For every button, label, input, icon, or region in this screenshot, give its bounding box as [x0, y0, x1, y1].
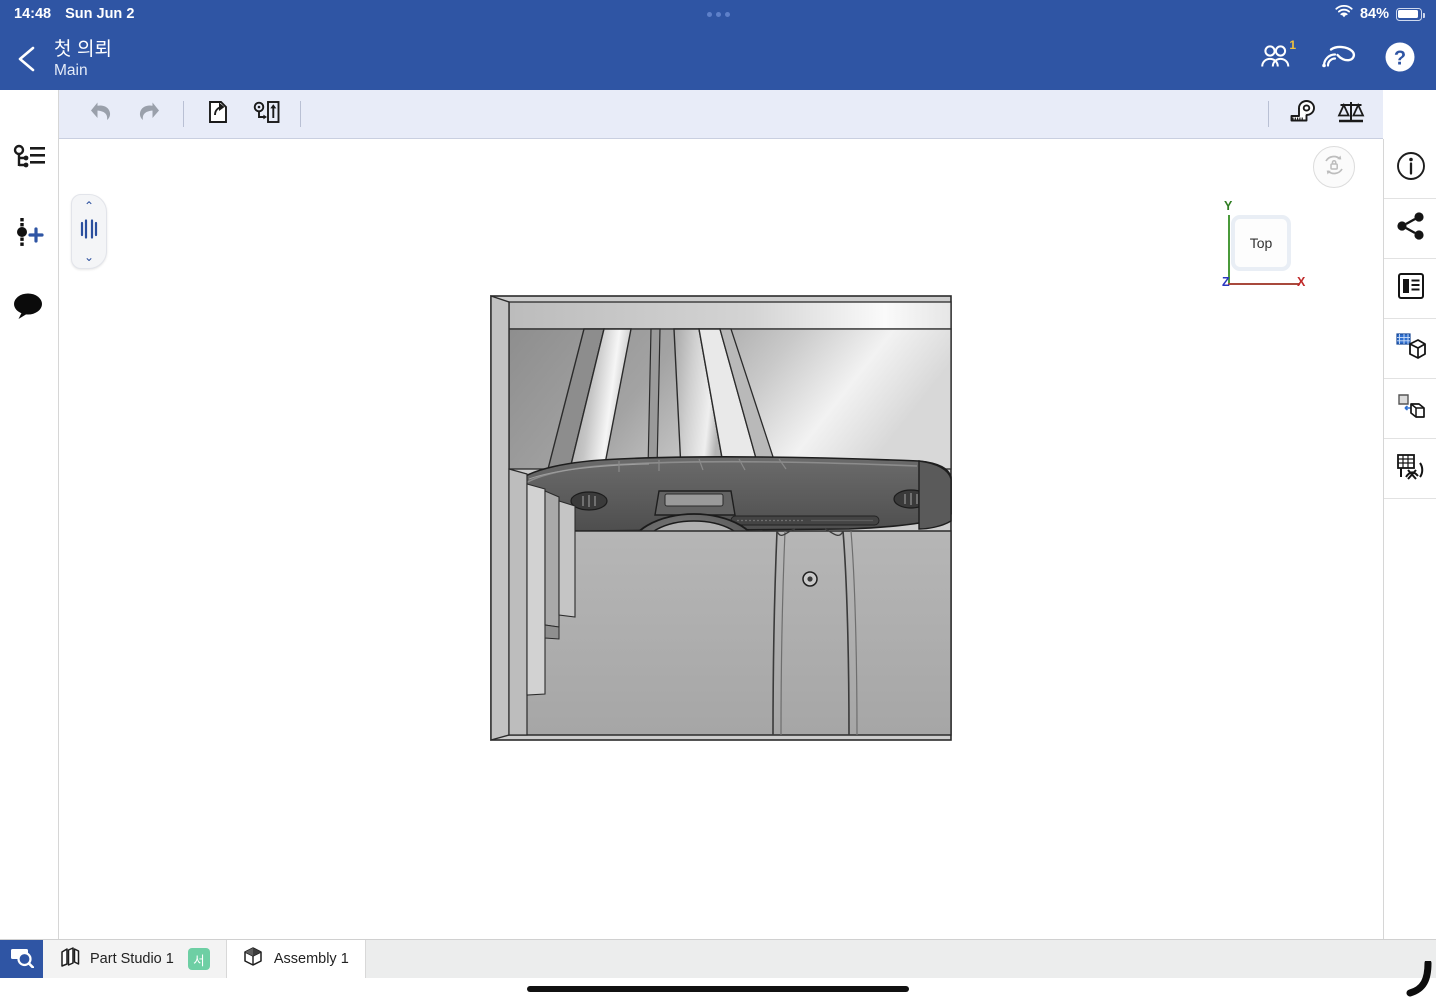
redo-icon: [136, 100, 162, 129]
share-button[interactable]: [1384, 199, 1436, 259]
rollback-bar-icon[interactable]: [78, 219, 100, 244]
instance-icon: [1395, 391, 1427, 426]
comments-button[interactable]: [6, 286, 52, 330]
tab-part-studio-1[interactable]: Part Studio 1 서: [43, 940, 227, 978]
feature-tree-icon: [12, 143, 46, 178]
tab-bar-filler: [365, 940, 1436, 978]
insert-part-button[interactable]: [194, 90, 242, 138]
toolbar-divider-2: [300, 101, 301, 127]
assembly-toolbar: [59, 90, 1383, 139]
axis-y-label: Y: [1224, 199, 1233, 213]
status-bar-center: [0, 6, 1436, 22]
rollback-bar-control[interactable]: ⌃ ⌄: [71, 194, 107, 269]
measure-tape-icon: [1288, 99, 1318, 130]
status-time: 14:48: [14, 6, 52, 22]
left-icon-rail: [0, 90, 59, 939]
details-button[interactable]: [1384, 139, 1436, 199]
share-icon: [1395, 211, 1427, 246]
home-indicator: [527, 986, 909, 992]
toolbar-divider: [183, 101, 184, 127]
document-titles: 첫 의뢰 Main: [54, 39, 112, 80]
appearance-button[interactable]: [1384, 319, 1436, 379]
battery-icon: [1396, 7, 1425, 21]
add-feature-button[interactable]: [6, 212, 52, 256]
battery-percent: 84%: [1359, 6, 1389, 22]
status-date: Sun Jun 2: [65, 6, 135, 22]
undo-icon: [88, 100, 114, 129]
axis-x-line: [1228, 283, 1300, 285]
status-bar-left: 14:48 Sun Jun 2: [14, 6, 134, 22]
tab-user-badge: 서: [187, 948, 210, 970]
axis-x-label: X: [1297, 275, 1306, 289]
toolbar-left-group: [77, 90, 311, 138]
add-feature-icon: [11, 216, 47, 253]
part-studio-icon: [59, 946, 81, 972]
document-header: 첫 의뢰 Main 1 ?: [0, 28, 1436, 90]
tab-label: Assembly 1: [273, 951, 349, 967]
rollback-up-chevron[interactable]: ⌃: [84, 200, 94, 212]
tab-search-button[interactable]: [0, 940, 43, 978]
header-actions: 1 ?: [1256, 38, 1420, 79]
right-icon-rail: [1383, 139, 1436, 939]
graphics-canvas[interactable]: ⌃ ⌄ Top Y X Z: [59, 139, 1383, 939]
mate-connector-button[interactable]: [242, 90, 290, 138]
axis-z-label: Z: [1222, 275, 1230, 289]
appearance-icon: [1395, 331, 1427, 366]
tab-label: Part Studio 1: [90, 951, 174, 967]
measure-button[interactable]: [1279, 90, 1327, 138]
configurations-button[interactable]: [1384, 439, 1436, 499]
comments-icon: [12, 291, 46, 326]
svg-text:?: ?: [1394, 47, 1406, 69]
tab-assembly-1[interactable]: Assembly 1: [226, 940, 366, 978]
info-icon: [1395, 150, 1427, 187]
collaborators-button[interactable]: 1: [1256, 38, 1296, 79]
onshape-app-window: 14:48 Sun Jun 2 84% 첫 의뢰 Main 1 ? ⌃ ⌄ To…: [0, 0, 1436, 1003]
chevron-left-icon: [14, 44, 40, 74]
wifi-icon: [1335, 4, 1353, 23]
back-button[interactable]: [0, 28, 54, 90]
help-button[interactable]: ?: [1380, 39, 1420, 79]
insert-part-icon: [204, 98, 232, 131]
mass-properties-icon: [1336, 99, 1366, 130]
ar-headset-icon: [1320, 43, 1356, 76]
redo-button[interactable]: [125, 90, 173, 138]
ios-status-bar: 14:48 Sun Jun 2 84%: [0, 0, 1436, 28]
bottom-tab-bar: Part Studio 1 서 Assembly 1: [0, 939, 1436, 978]
configurations-icon: [1395, 451, 1427, 486]
undo-button[interactable]: [77, 90, 125, 138]
properties-button[interactable]: [1384, 259, 1436, 319]
mate-connector-icon: [251, 98, 281, 131]
workspace-name: Main: [54, 61, 88, 79]
collaborators-icon: [1259, 43, 1293, 76]
feature-tree-button[interactable]: [6, 138, 52, 182]
view-cube-face[interactable]: Top: [1231, 215, 1291, 271]
assembly-icon: [243, 946, 265, 972]
status-bar-right: 84%: [1335, 4, 1425, 23]
rollback-down-chevron[interactable]: ⌄: [84, 251, 94, 263]
rotation-lock-icon: [1321, 152, 1347, 183]
search-tabs-icon: [10, 946, 34, 973]
help-icon: ?: [1383, 40, 1417, 79]
properties-icon: [1396, 271, 1426, 306]
collaborators-badge: 1: [1289, 38, 1296, 52]
toolbar-right-group: [1258, 90, 1375, 138]
page-title: 첫 의뢰: [54, 38, 113, 60]
ar-button[interactable]: [1318, 39, 1358, 79]
view-cube[interactable]: Top Y X Z: [1209, 199, 1306, 303]
mass-properties-button[interactable]: [1327, 90, 1375, 138]
toolbar-divider-3: [1268, 101, 1269, 127]
car-interior-assembly: [490, 295, 952, 741]
more-dots-icon: [706, 11, 730, 17]
rotation-lock-button[interactable]: [1313, 146, 1355, 188]
instances-button[interactable]: [1384, 379, 1436, 439]
